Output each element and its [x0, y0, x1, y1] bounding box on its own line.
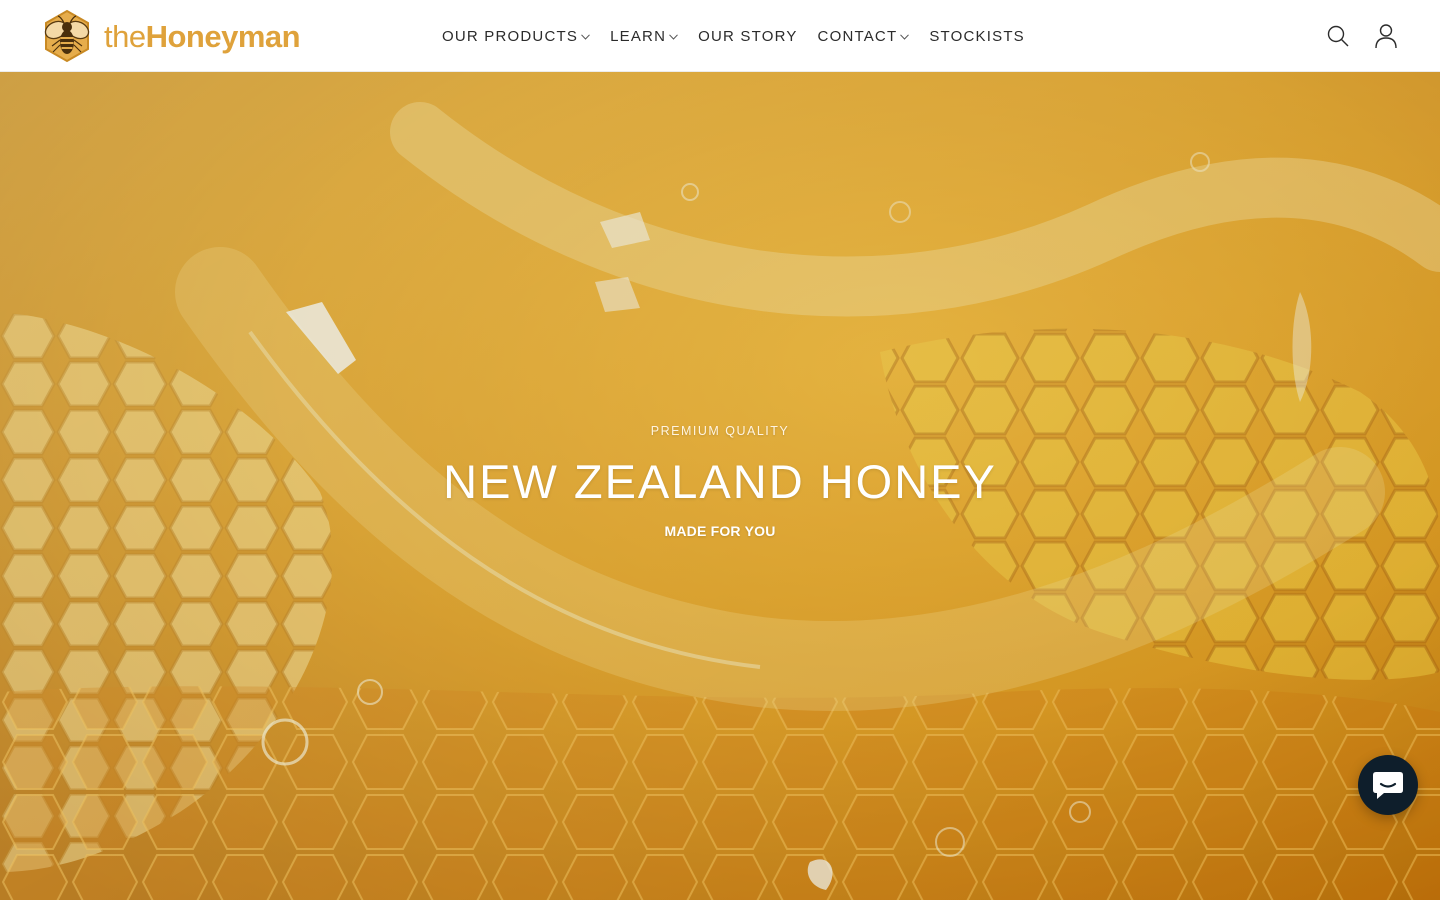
nav-item-label: STOCKISTS: [929, 27, 1025, 45]
hero-banner: PREMIUM QUALITY NEW ZEALAND HONEY MADE F…: [0, 72, 1440, 900]
nav-item-learn[interactable]: LEARN: [610, 0, 678, 72]
nav-item-stockists[interactable]: STOCKISTS: [929, 0, 1025, 72]
search-icon: [1327, 25, 1349, 47]
chevron-down-icon: [669, 34, 678, 40]
search-button[interactable]: [1324, 22, 1352, 50]
brand-name: theHoneyman: [104, 18, 301, 54]
bee-hexagon-icon: [44, 9, 90, 63]
nav-item-our-story[interactable]: OUR STORY: [698, 0, 797, 72]
brand-name-prefix: the: [104, 18, 146, 54]
nav-item-contact[interactable]: CONTACT: [818, 0, 910, 72]
chevron-down-icon: [900, 34, 910, 40]
brand-name-main: Honeyman: [145, 18, 301, 54]
nav-item-our-products[interactable]: OUR PRODUCTS: [442, 0, 590, 72]
nav-item-label: OUR STORY: [698, 27, 798, 45]
chevron-down-icon: [581, 34, 590, 40]
hero-subtitle: MADE FOR YOU: [664, 523, 776, 539]
site-header: theHoneyman OUR PRODUCTS LEARN OUR STORY…: [0, 0, 1440, 72]
logo-link[interactable]: theHoneyman: [38, 8, 301, 64]
main-nav: OUR PRODUCTS LEARN OUR STORY CONTACT STO…: [442, 0, 1025, 72]
chat-icon: [1373, 772, 1403, 799]
nav-item-label: CONTACT: [817, 27, 898, 45]
account-icon: [1375, 24, 1397, 49]
nav-item-label: LEARN: [610, 27, 667, 45]
hero-title: NEW ZEALAND HONEY: [443, 455, 997, 508]
hero-eyebrow: PREMIUM QUALITY: [650, 424, 790, 438]
nav-item-label: OUR PRODUCTS: [442, 27, 579, 45]
chat-button[interactable]: [1358, 755, 1418, 815]
account-button[interactable]: [1372, 22, 1400, 50]
hero-content: PREMIUM QUALITY NEW ZEALAND HONEY MADE F…: [0, 424, 1440, 539]
